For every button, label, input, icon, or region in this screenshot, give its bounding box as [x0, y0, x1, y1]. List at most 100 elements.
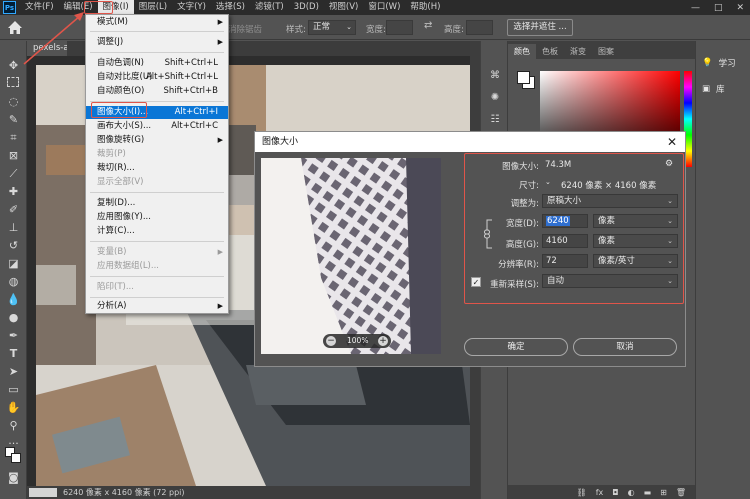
new-layer-icon[interactable]: ⊞ — [660, 488, 667, 497]
background-color-swatch[interactable] — [11, 453, 21, 463]
tab-color[interactable]: 颜色 — [508, 44, 536, 59]
marquee-tool-icon[interactable] — [7, 77, 19, 87]
height-unit-select[interactable]: 像素 ⌄ — [593, 234, 678, 248]
menu-item-analysis[interactable]: 分析(A) ▶ — [86, 300, 228, 313]
menu-item-image-rotation[interactable]: 图像旋转(G) ▶ — [86, 134, 228, 147]
libraries-label: 库 — [716, 85, 725, 95]
lasso-tool-icon[interactable]: ◌ — [5, 95, 22, 109]
resample-checkbox[interactable]: ✓ — [471, 277, 481, 287]
image-size-dialog: 图像大小 ✕ − 100% + 图像大小: 74.3M ⚙ 尺寸: ⌄ 6240… — [254, 131, 686, 367]
menu-item-auto-contrast[interactable]: 自动对比度(U) Alt+Shift+Ctrl+L — [86, 71, 228, 84]
trash-icon[interactable]: 🗑 — [676, 488, 686, 497]
menu-filter[interactable]: 滤镜(T) — [250, 0, 289, 15]
properties-panel-icon[interactable]: ☷ — [488, 113, 502, 127]
add-mask-icon[interactable]: ◘ — [612, 488, 618, 497]
menu-item-calculations[interactable]: 计算(C)... — [86, 225, 228, 238]
tab-swatches[interactable]: 色板 — [536, 44, 564, 59]
zoom-tool-icon[interactable]: ⚲ — [5, 419, 22, 433]
menu-type[interactable]: 文字(Y) — [172, 0, 211, 15]
height-input[interactable]: 4160 — [542, 234, 588, 248]
menu-help[interactable]: 帮助(H) — [405, 0, 445, 15]
menu-item-duplicate[interactable]: 复制(D)... — [86, 197, 228, 210]
quick-mask-icon[interactable]: ◙ — [5, 471, 22, 485]
fit-to-select[interactable]: 原稿大小 ⌄ — [542, 194, 678, 208]
dialog-title-bar: 图像大小 ✕ — [255, 132, 685, 152]
menu-item-reveal-all[interactable]: 显示全部(V) — [86, 176, 228, 189]
dodge-tool-icon[interactable]: ● — [5, 311, 22, 325]
adjustment-layer-icon[interactable]: ◐ — [628, 488, 635, 497]
blur-tool-icon[interactable]: 💧 — [5, 293, 22, 307]
menu-layer[interactable]: 图层(L) — [134, 0, 172, 15]
new-group-icon[interactable]: ▬ — [644, 488, 652, 497]
style-select[interactable]: 正常 ⌄ — [308, 20, 356, 35]
menu-select[interactable]: 选择(S) — [211, 0, 250, 15]
menu-item-label: 陷印(T)... — [97, 282, 134, 292]
menu-item-label: 复制(D)... — [97, 198, 136, 208]
panel-foreground-swatch[interactable] — [517, 71, 530, 84]
width-input[interactable]: 6240 — [542, 214, 588, 228]
type-tool-icon[interactable]: T — [5, 347, 22, 361]
resample-method-select[interactable]: 自动 ⌄ — [542, 274, 678, 288]
menu-view[interactable]: 视图(V) — [324, 0, 363, 15]
paint-bucket-tool-icon[interactable]: ◍ — [5, 275, 22, 289]
fx-icon[interactable]: fx — [596, 488, 604, 497]
pen-tool-icon[interactable]: ✒ — [5, 329, 22, 343]
settings-gear-icon[interactable]: ⚙ — [665, 159, 673, 169]
brush-tool-icon[interactable]: ✐ — [5, 203, 22, 217]
color-panel-tabs: 颜色 色板 渐变 图案 — [508, 41, 695, 59]
eraser-tool-icon[interactable]: ◪ — [5, 257, 22, 271]
menu-3d[interactable]: 3D(D) — [289, 0, 324, 15]
status-zoom-field[interactable] — [29, 488, 57, 497]
rectangle-tool-icon[interactable]: ▭ — [5, 383, 22, 397]
submenu-arrow-icon: ▶ — [217, 302, 223, 310]
healing-brush-tool-icon[interactable]: ✚ — [5, 185, 22, 199]
tab-patterns[interactable]: 图案 — [592, 44, 620, 59]
fit-to-value: 原稿大小 — [547, 196, 582, 206]
height-input[interactable] — [466, 20, 493, 35]
history-panel-icon[interactable]: ⌘ — [488, 69, 502, 83]
menu-window[interactable]: 窗口(W) — [363, 0, 405, 15]
menu-item-trap[interactable]: 陷印(T)... — [86, 281, 228, 294]
menu-item-crop[interactable]: 裁剪(P) — [86, 148, 228, 161]
annotation-arrow — [23, 12, 84, 65]
navigator-panel-icon[interactable]: ✺ — [488, 91, 502, 105]
resolution-unit-select[interactable]: 像素/英寸 ⌄ — [593, 254, 678, 268]
menu-item-apply-image[interactable]: 应用图像(Y)... — [86, 211, 228, 224]
close-window-button[interactable]: ✕ — [736, 3, 744, 13]
tab-gradients[interactable]: 渐变 — [564, 44, 592, 59]
close-icon[interactable]: ✕ — [665, 135, 679, 149]
preview-zoom-control: − 100% + — [323, 334, 391, 348]
path-select-tool-icon[interactable]: ➤ — [5, 365, 22, 379]
chevron-down-icon: ⌄ — [667, 237, 673, 245]
zoom-in-button[interactable]: + — [378, 336, 388, 346]
libraries-item[interactable]: ▣ 库 — [702, 81, 725, 97]
crop-tool-icon[interactable]: ⌗ — [5, 131, 22, 145]
minimize-button[interactable]: — — [691, 3, 700, 13]
menu-item-label: 计算(C)... — [97, 226, 135, 236]
quick-select-tool-icon[interactable]: ✎ — [5, 113, 22, 127]
width-input[interactable] — [386, 20, 413, 35]
clone-stamp-tool-icon[interactable]: ⊥ — [5, 221, 22, 235]
menu-item-canvas-size[interactable]: 画布大小(S)... Alt+Ctrl+C — [86, 120, 228, 133]
chevron-down-icon[interactable]: ⌄ — [545, 178, 551, 186]
hand-tool-icon[interactable]: ✋ — [5, 401, 22, 415]
history-brush-tool-icon[interactable]: ↺ — [5, 239, 22, 253]
select-and-mask-button[interactable]: 选择并遮住 ... — [507, 19, 573, 36]
swap-icon[interactable]: ⇄ — [424, 20, 432, 31]
cancel-button[interactable]: 取消 — [573, 338, 677, 356]
menu-item-variables[interactable]: 变量(B) ▶ — [86, 246, 228, 259]
menu-item-auto-color[interactable]: 自动颜色(O) Shift+Ctrl+B — [86, 85, 228, 98]
ok-button[interactable]: 确定 — [464, 338, 568, 356]
menu-item-shortcut: Alt+Shift+Ctrl+L — [145, 72, 218, 82]
link-layers-icon[interactable]: ⛓ — [577, 488, 587, 497]
zoom-out-button[interactable]: − — [326, 336, 336, 346]
frame-tool-icon[interactable]: ⊠ — [5, 149, 22, 163]
eyedropper-tool-icon[interactable]: ⟋ — [5, 167, 22, 181]
image-preview[interactable]: − 100% + — [261, 158, 441, 354]
maximize-button[interactable]: □ — [714, 3, 723, 13]
menu-item-trim[interactable]: 裁切(R)... — [86, 162, 228, 175]
learn-item[interactable]: 💡 学习 — [702, 55, 736, 71]
resolution-input[interactable]: 72 — [542, 254, 588, 268]
width-unit-select[interactable]: 像素 ⌄ — [593, 214, 678, 228]
menu-item-apply-data-set[interactable]: 应用数据组(L)... — [86, 260, 228, 273]
